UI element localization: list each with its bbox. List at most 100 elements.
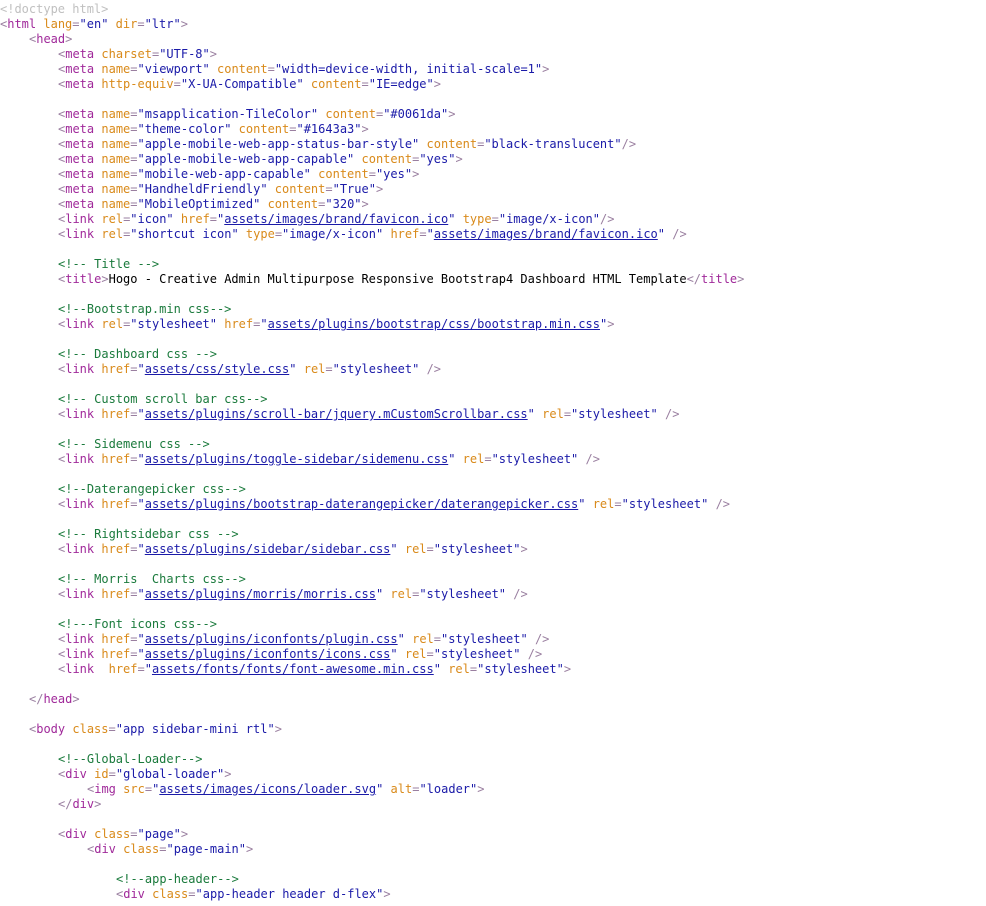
token-val: "MobileOptimized" [137, 197, 261, 211]
token-val: "IE=edge" [368, 77, 434, 91]
token-punc: > [72, 692, 80, 706]
token-punc: /> [527, 647, 543, 661]
token-attr: href [101, 632, 131, 646]
token-val: "#1643a3" [296, 122, 362, 136]
source-link[interactable]: assets/css/style.css [145, 362, 290, 376]
code-line: <title>Hogo - Creative Admin Multipurpos… [0, 272, 986, 287]
token-punc: > [542, 62, 550, 76]
source-link[interactable]: assets/images/icons/loader.svg [159, 782, 376, 796]
token-punc: = [209, 212, 218, 226]
token-attr: name [101, 152, 131, 166]
token-punc: = [130, 497, 138, 511]
token-attr: rel [101, 212, 124, 226]
code-line: <meta name="theme-color" content="#1643a… [0, 122, 986, 137]
token-tag: link [65, 647, 95, 661]
token-val: "app-header header d-flex" [195, 887, 384, 901]
token-attr: charset [101, 47, 152, 61]
code-line: <!--app-header--> [0, 872, 986, 887]
token-punc: = [188, 887, 196, 901]
source-link[interactable]: assets/plugins/iconfonts/plugin.css [145, 632, 398, 646]
token-val: "stylesheet" [441, 632, 528, 646]
token-attr: href [101, 407, 131, 421]
token-punc: /> [534, 632, 550, 646]
token-attr: content [361, 152, 413, 166]
token-tag: div [65, 827, 87, 841]
token-punc: > [412, 167, 420, 181]
source-link[interactable]: assets/plugins/iconfonts/icons.css [145, 647, 391, 661]
source-link[interactable]: assets/plugins/bootstrap-daterangepicker… [145, 497, 578, 511]
token-attr: name [101, 137, 131, 151]
token-quote: " [144, 662, 152, 676]
token-attr: http-equiv [101, 77, 174, 91]
token-punc: = [130, 167, 138, 181]
code-line: <body class="app sidebar-mini rtl"> [0, 722, 986, 737]
token-tag: title [65, 272, 102, 286]
token-quote: " [137, 587, 145, 601]
code-line: <div class="page-main"> [0, 842, 986, 857]
token-tag: body [36, 722, 66, 736]
token-val: "en" [79, 17, 109, 31]
source-link[interactable]: assets/plugins/toggle-sidebar/sidemenu.c… [145, 452, 448, 466]
token-attr: content [274, 182, 326, 196]
code-line: <!--Bootstrap.min css--> [0, 302, 986, 317]
source-link[interactable]: assets/fonts/fonts/font-awesome.min.css [152, 662, 434, 676]
token-punc: = [130, 827, 138, 841]
source-link[interactable]: assets/images/brand/favicon.ico [434, 227, 658, 241]
token-tag: img [94, 782, 116, 796]
token-attr: rel [404, 647, 427, 661]
code-line: <div class="page"> [0, 827, 986, 842]
token-attr: content [217, 62, 268, 76]
token-punc: = [130, 452, 138, 466]
token-punc: > [520, 542, 528, 556]
token-attr: src [123, 782, 145, 796]
token-val: "page-main" [166, 842, 246, 856]
token-val: "True" [332, 182, 376, 196]
token-attr: type [245, 227, 275, 241]
token-punc: = [130, 182, 138, 196]
token-val: "stylesheet" [571, 407, 658, 421]
source-link[interactable]: assets/plugins/bootstrap/css/bootstrap.m… [268, 317, 600, 331]
token-attr: href [101, 647, 131, 661]
source-link[interactable]: assets/plugins/sidebar/sidebar.css [145, 542, 391, 556]
token-val: "mobile-web-app-capable" [137, 167, 311, 181]
token-attr: content [325, 107, 376, 121]
code-line: <meta http-equiv="X-UA-Compatible" conte… [0, 77, 986, 92]
token-val: "yes" [375, 167, 413, 181]
token-attr: content [426, 137, 478, 151]
html-source-code-view[interactable]: <!doctype html> <html lang="en" dir="ltr"… [0, 0, 986, 902]
token-tag: meta [65, 62, 95, 76]
token-attr: class [72, 722, 109, 736]
token-punc: > [477, 782, 485, 796]
source-link[interactable]: assets/images/brand/favicon.ico [224, 212, 448, 226]
token-val: "320" [325, 197, 362, 211]
token-comment: <!-- Rightsidebar css --> [58, 527, 239, 541]
token-attr: rel [542, 407, 564, 421]
code-line: <!--Daterangepicker css--> [0, 482, 986, 497]
token-val: "theme-color" [137, 122, 232, 136]
token-attr: class [94, 827, 131, 841]
code-line: <link href="assets/plugins/iconfonts/ico… [0, 647, 986, 662]
code-line: <link href="assets/plugins/sidebar/sideb… [0, 542, 986, 557]
token-punc: = [72, 17, 80, 31]
token-quote: " [137, 452, 145, 466]
code-line: <link href="assets/plugins/iconfonts/plu… [0, 632, 986, 647]
token-val: "stylesheet" [491, 452, 579, 466]
token-attr: content [238, 122, 290, 136]
source-link[interactable]: assets/plugins/scroll-bar/jquery.mCustom… [145, 407, 528, 421]
token-tag: link [65, 497, 95, 511]
source-link[interactable]: assets/plugins/morris/morris.css [145, 587, 376, 601]
token-attr: href [101, 362, 131, 376]
